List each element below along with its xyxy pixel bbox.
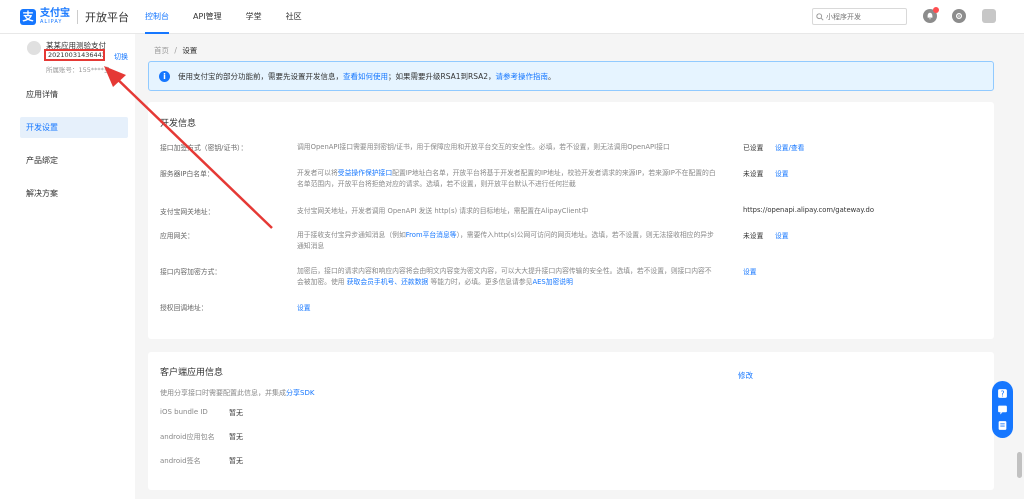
protected-api-link[interactable]: 受益操作保护接口 (338, 169, 392, 177)
sidebar-menu: 应用详情 开发设置 产品绑定 解决方案 (20, 84, 128, 216)
client-info-title: 客户端应用信息 (160, 368, 224, 378)
help-icon[interactable]: ? (997, 388, 1008, 399)
svg-text:?: ? (1000, 389, 1004, 398)
set-view-button[interactable]: 设置/查看 (775, 142, 804, 152)
scrollbar-thumb[interactable] (1017, 452, 1022, 478)
logo-divider (77, 9, 78, 24)
logo[interactable]: 支 支付宝 ALIPAY 开放平台 (20, 8, 129, 25)
settings-button[interactable] (952, 9, 966, 23)
breadcrumb-sep: / (174, 46, 177, 55)
set-encryption-button[interactable]: 设置 (743, 266, 757, 276)
logo-en: ALIPAY (40, 19, 63, 25)
sidebar: 某某应用测验支付 2021003143644398 切换 所属账号：155***… (0, 34, 135, 499)
row-label: 接口内容加密方式： (160, 268, 222, 276)
client-info-desc: 使用分享接口时需要配置此信息，并集成分享SDK (160, 389, 315, 397)
alipay-logo-icon: 支 (20, 8, 36, 25)
bell-icon (927, 12, 933, 20)
search-icon (816, 12, 824, 21)
status-badge: 未设置 (743, 170, 764, 178)
sidebar-item-app-details[interactable]: 应用详情 (20, 84, 128, 105)
floating-toolbar: ? (992, 381, 1013, 438)
row-label: 授权回调地址： (160, 304, 208, 312)
notice-text-2: ；如果需要升级RSA1到RSA2， (388, 71, 496, 81)
row-desc: 加密后，接口的请求内容和响应内容将会由明文内容变为密文内容，可以大大提升接口内容… (297, 267, 712, 286)
app-avatar (27, 41, 41, 55)
row-desc: 用于接收支付宝异步通知消息（例如From平台消息等），需要传入http(s)公网… (297, 231, 714, 250)
row-label: 接口加签方式（密钥/证书）： (160, 144, 248, 152)
search-input[interactable] (826, 12, 906, 21)
row-label: 应用网关： (160, 232, 194, 240)
info-key: android应用包名 (160, 433, 215, 441)
sidebar-item-dev-settings[interactable]: 开发设置 (20, 117, 128, 138)
nav-community[interactable]: 社区 (286, 0, 302, 34)
info-key: iOS bundle ID (160, 408, 208, 416)
sidebar-item-product-binding[interactable]: 产品绑定 (20, 150, 128, 171)
switch-app-link[interactable]: 切换 (114, 52, 128, 62)
platform-title: 开放平台 (85, 10, 129, 24)
gear-icon (956, 13, 962, 19)
set-ip-button[interactable]: 设置 (775, 168, 789, 178)
dev-info-title: 开发信息 (160, 119, 197, 129)
breadcrumb-current: 设置 (182, 46, 198, 55)
dev-info-card: 开发信息 接口加签方式（密钥/证书）： 调用OpenAPI接口需要用到密钥/证书… (148, 102, 994, 339)
set-callback-button[interactable]: 设置 (297, 302, 311, 312)
top-header: 支 支付宝 ALIPAY 开放平台 控制台 API管理 学堂 社区 (0, 0, 1024, 34)
edit-button[interactable]: 修改 (738, 370, 753, 381)
info-value: 暂无 (229, 433, 243, 441)
client-info-card: 客户端应用信息 修改 使用分享接口时需要配置此信息，并集成分享SDK iOS b… (148, 352, 994, 490)
row-label: 服务器IP白名单： (160, 170, 214, 178)
breadcrumb: 首页 / 设置 (154, 45, 197, 56)
row-desc: 支付宝网关地址，开发者调用 OpenAPI 发送 http(s) 请求的目标地址… (297, 207, 589, 215)
from-msg-link[interactable]: From平台消息等 (406, 231, 457, 239)
set-gateway-button[interactable]: 设置 (775, 230, 789, 240)
top-nav: 控制台 API管理 学堂 社区 (145, 0, 326, 34)
info-notice: i 使用支付宝的部分功能前，需要先设置开发信息， 查看如何使用 ；如果需要升级R… (148, 61, 994, 91)
logo-cn: 支付宝 (40, 8, 70, 19)
aes-doc-link[interactable]: AES加密说明 (532, 278, 572, 286)
notice-link-how-to-use[interactable]: 查看如何使用 (343, 71, 388, 82)
row-desc: 开发者可以将受益操作保护接口配置IP地址白名单，开放平台将基于开发者配置的IP地… (297, 169, 716, 188)
account-info: 所属账号：155****多 (46, 66, 111, 74)
app-id: 2021003143644398 (44, 49, 105, 61)
status-badge: 未设置 (743, 232, 764, 240)
gateway-url: https://openapi.alipay.com/gateway.do (743, 206, 875, 214)
user-avatar[interactable] (982, 9, 996, 23)
feedback-icon[interactable] (997, 420, 1008, 431)
notification-badge (933, 7, 939, 13)
status-badge: 已设置 (743, 144, 764, 152)
notification-button[interactable] (923, 7, 939, 23)
info-key: android签名 (160, 457, 201, 465)
info-value: 暂无 (229, 409, 243, 417)
row-desc: 调用OpenAPI接口需要用到密钥/证书，用于保障应用和开放平台交互的安全性。必… (297, 143, 670, 151)
info-icon: i (159, 70, 170, 82)
row-label: 支付宝网关地址： (160, 208, 215, 216)
chat-icon[interactable] (997, 404, 1008, 415)
notice-text-3: 。 (548, 71, 556, 81)
nav-api[interactable]: API管理 (193, 0, 222, 34)
info-value: 暂无 (229, 457, 243, 465)
member-phone-link[interactable]: 获取会员手机号、还款数据 (347, 278, 429, 286)
notice-text-1: 使用支付宝的部分功能前，需要先设置开发信息， (178, 71, 343, 81)
search-box[interactable] (812, 8, 907, 25)
share-sdk-link[interactable]: 分享SDK (286, 389, 314, 397)
nav-console[interactable]: 控制台 (145, 0, 169, 34)
breadcrumb-home[interactable]: 首页 (154, 46, 169, 55)
nav-academy[interactable]: 学堂 (246, 0, 262, 34)
notice-link-guide[interactable]: 请参考操作指南 (496, 71, 549, 82)
sidebar-item-solutions[interactable]: 解决方案 (20, 183, 128, 204)
